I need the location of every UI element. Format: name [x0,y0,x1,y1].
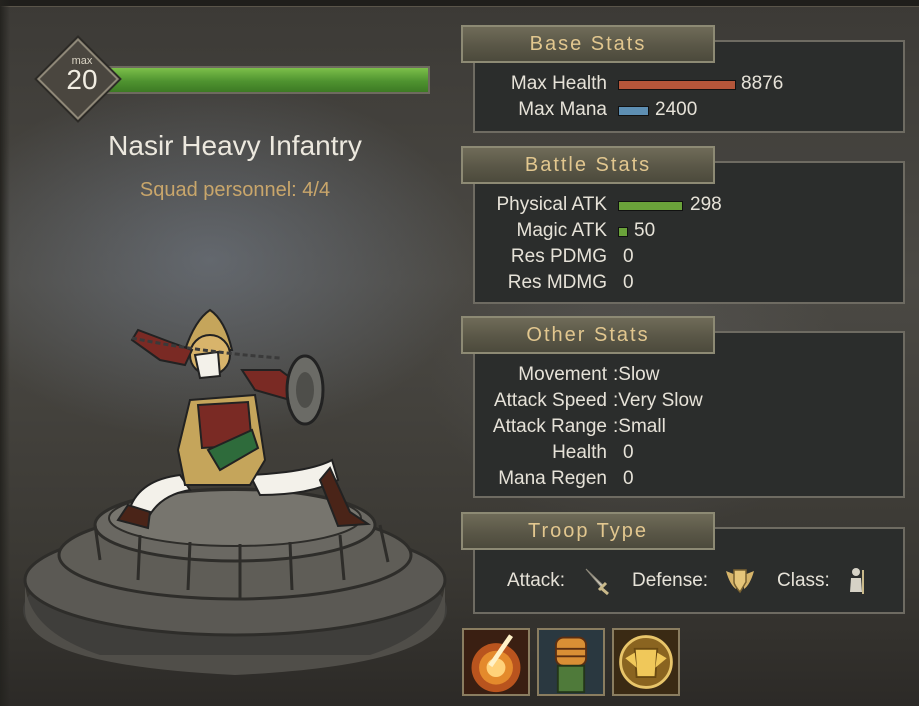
stat-value: :Very Slow [613,390,703,411]
other-stats-title: Other Stats [461,316,715,354]
stat-row-physical-atk: Physical ATK 298 [0,192,919,218]
golden-armor-skill-icon[interactable] [612,628,680,696]
defense-type-label: Defense: [632,570,709,591]
stat-value: 0 [623,246,634,267]
max-health-bar [618,80,736,90]
stat-row-attack-range: Attack Range :Small [0,414,919,440]
stat-row-magic-atk: Magic ATK 50 [0,218,919,244]
stat-value: 298 [690,194,722,215]
physical-atk-bar [618,201,683,211]
stat-label: Physical ATK [496,194,607,215]
stat-label: Attack Speed [493,390,607,411]
stat-label: Health [552,442,607,463]
stat-row-res-mdmg: Res MDMG 0 [0,270,919,296]
stat-row-max-health: Max Health 8876 [0,71,919,97]
stat-label: Attack Range [492,416,607,437]
stat-value: 8876 [741,73,784,94]
class-type-label: Class: [777,570,830,591]
stat-value: 0 [623,272,634,293]
troop-type-title: Troop Type [461,512,715,550]
stat-row-res-pdmg: Res PDMG 0 [0,244,919,270]
stat-label: Res PDMG [510,246,607,267]
stat-label: Res MDMG [507,272,607,293]
top-border [0,0,919,7]
max-mana-bar [618,106,649,116]
stat-row-max-mana: Max Mana 2400 [0,97,919,123]
stat-label: Max Health [510,73,607,94]
attack-type-label: Attack: [507,570,566,591]
stat-label: Max Mana [518,99,607,120]
clenched-fist-skill-icon[interactable] [537,628,605,696]
sword-icon[interactable] [582,566,610,596]
stat-value: 2400 [655,99,698,120]
stat-value: :Small [613,416,666,437]
stat-value: 50 [634,220,656,241]
magic-atk-bar [618,227,628,237]
stat-value: 0 [623,442,634,463]
stat-row-health: Health 0 [0,440,919,466]
stat-value: :Slow [613,364,660,385]
stat-row-movement: Movement :Slow [0,362,919,388]
stat-row-mana-regen: Mana Regen 0 [0,466,919,492]
unit-name: Nasir Heavy Infantry [108,130,362,161]
infantry-icon[interactable] [844,566,870,596]
battle-stats-title: Battle Stats [461,146,715,184]
stone-pedestal [23,487,447,675]
stat-label: Mana Regen [498,468,607,489]
base-stats-title: Base Stats [461,25,715,63]
blade-strike-skill-icon[interactable] [462,628,530,696]
stat-label: Movement [518,364,607,385]
stat-value: 0 [623,468,634,489]
stat-label: Magic ATK [516,220,607,241]
stat-row-attack-speed: Attack Speed :Very Slow [0,388,919,414]
winged-shield-icon[interactable] [724,565,756,595]
